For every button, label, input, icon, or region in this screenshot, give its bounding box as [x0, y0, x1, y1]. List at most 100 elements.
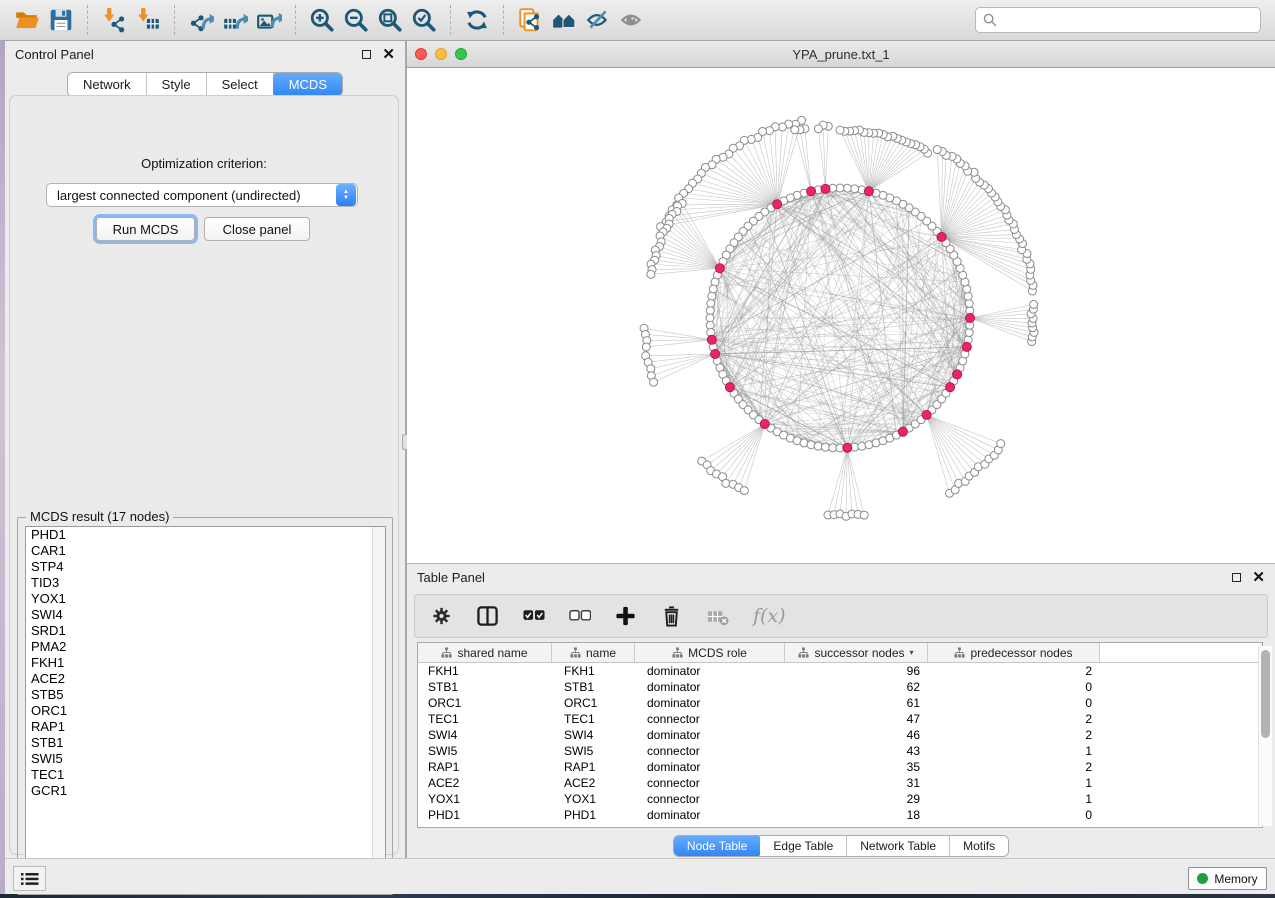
mcds-list-scrollbar[interactable]: [372, 527, 385, 885]
column-header-shared-name[interactable]: shared name: [418, 643, 552, 662]
cell-successor-nodes: 31: [785, 776, 928, 790]
export-table-button[interactable]: [218, 3, 252, 37]
table-scrollbar[interactable]: [1258, 646, 1272, 826]
toggle-columns-button[interactable]: [477, 605, 499, 627]
add-column-icon: [615, 605, 637, 627]
zoom-fit-button[interactable]: [373, 3, 407, 37]
mcds-result-item[interactable]: SWI5: [26, 751, 385, 767]
control-tab-network[interactable]: Network: [68, 73, 147, 96]
table-row[interactable]: SWI4SWI4dominator462: [418, 727, 1262, 743]
cell-predecessor-nodes: 1: [928, 776, 1100, 790]
table-tab-node-table[interactable]: Node Table: [673, 835, 762, 857]
export-image-button[interactable]: [252, 3, 286, 37]
mcds-result-item[interactable]: TID3: [26, 575, 385, 591]
cell-MCDS-role: dominator: [635, 664, 785, 678]
duplicate-network-button[interactable]: [513, 3, 547, 37]
run-mcds-button[interactable]: Run MCDS: [96, 217, 195, 241]
mcds-result-item[interactable]: SWI4: [26, 607, 385, 623]
table-row[interactable]: SWI5SWI5connector431: [418, 743, 1262, 759]
mcds-result-item[interactable]: ORC1: [26, 703, 385, 719]
vizmapper-toggle-icon: [585, 7, 611, 33]
table-tab-motifs[interactable]: Motifs: [950, 836, 1008, 856]
mcds-result-item[interactable]: SRD1: [26, 623, 385, 639]
refresh-layout-button[interactable]: [460, 3, 494, 37]
close-panel-button[interactable]: Close panel: [204, 217, 310, 241]
network-window-titlebar[interactable]: YPA_prune.txt_1: [407, 41, 1275, 68]
table-row[interactable]: STB1STB1dominator620: [418, 679, 1262, 695]
cell-MCDS-role: connector: [635, 712, 785, 726]
delete-table-button[interactable]: [707, 605, 729, 627]
window-close-icon[interactable]: [415, 48, 427, 60]
import-table-button[interactable]: [131, 3, 165, 37]
table-row[interactable]: ORC1ORC1dominator610: [418, 695, 1262, 711]
export-network-button[interactable]: [184, 3, 218, 37]
search-input[interactable]: [1002, 13, 1260, 28]
mcds-result-item[interactable]: TEC1: [26, 767, 385, 783]
criterion-dropdown[interactable]: largest connected component (undirected)…: [46, 183, 358, 207]
memory-status-icon: [1197, 873, 1208, 884]
column-header-MCDS-role[interactable]: MCDS role: [635, 643, 785, 662]
column-header-successor-nodes[interactable]: successor nodes▾: [785, 643, 928, 662]
control-tab-style[interactable]: Style: [147, 73, 207, 96]
dropdown-stepper-icon: ▲▼: [336, 184, 356, 206]
table-row[interactable]: TEC1TEC1connector472: [418, 711, 1262, 727]
window-minimize-icon[interactable]: [435, 48, 447, 60]
graphics-details-toggle-button[interactable]: [615, 3, 649, 37]
delete-column-button[interactable]: [661, 605, 683, 627]
settings-gear-button[interactable]: [431, 605, 453, 627]
table-row[interactable]: FKH1FKH1dominator962: [418, 663, 1262, 679]
mcds-result-item[interactable]: STB1: [26, 735, 385, 751]
close-panel-icon[interactable]: ✕: [382, 47, 395, 62]
function-builder-button[interactable]: f(x): [753, 605, 786, 627]
first-neighbors-icon: [551, 7, 577, 33]
memory-button[interactable]: Memory: [1188, 867, 1267, 890]
cell-MCDS-role: dominator: [635, 696, 785, 710]
table-row[interactable]: PHD1PHD1dominator180: [418, 807, 1262, 823]
zoom-selected-button[interactable]: [407, 3, 441, 37]
zoom-in-button[interactable]: [305, 3, 339, 37]
table-tab-network-table[interactable]: Network Table: [847, 836, 950, 856]
mcds-result-item[interactable]: STP4: [26, 559, 385, 575]
column-header-predecessor-nodes[interactable]: predecessor nodes: [928, 643, 1100, 662]
mcds-result-item[interactable]: YOX1: [26, 591, 385, 607]
column-type-icon: [672, 647, 683, 658]
window-maximize-icon[interactable]: [455, 48, 467, 60]
table-row[interactable]: RAP1RAP1dominator352: [418, 759, 1262, 775]
first-neighbors-button[interactable]: [547, 3, 581, 37]
refresh-layout-icon: [464, 7, 490, 33]
mcds-result-item[interactable]: RAP1: [26, 719, 385, 735]
add-column-button[interactable]: [615, 605, 637, 627]
mcds-result-item[interactable]: ACE2: [26, 671, 385, 687]
mcds-result-item[interactable]: GCR1: [26, 783, 385, 799]
table-row[interactable]: ACE2ACE2connector311: [418, 775, 1262, 791]
mcds-result-item[interactable]: CAR1: [26, 543, 385, 559]
table-row[interactable]: YOX1YOX1connector291: [418, 791, 1262, 807]
graphics-details-toggle-icon: [619, 7, 645, 33]
table-tab-edge-table[interactable]: Edge Table: [760, 836, 847, 856]
cell-MCDS-role: connector: [635, 792, 785, 806]
mcds-result-list[interactable]: PHD1CAR1STP4TID3YOX1SWI4SRD1PMA2FKH1ACE2…: [25, 526, 386, 886]
vizmapper-toggle-button[interactable]: [581, 3, 615, 37]
column-header-name[interactable]: name: [552, 643, 635, 662]
import-network-button[interactable]: [97, 3, 131, 37]
float-panel-icon[interactable]: [362, 50, 371, 59]
save-session-button[interactable]: [44, 3, 78, 37]
mcds-result-item[interactable]: PMA2: [26, 639, 385, 655]
mcds-result-item[interactable]: PHD1: [26, 527, 385, 543]
open-file-button[interactable]: [10, 3, 44, 37]
deselect-all-checks-button[interactable]: [569, 605, 591, 627]
status-menu-button[interactable]: [13, 866, 46, 891]
cell-predecessor-nodes: 2: [928, 760, 1100, 774]
control-tab-select[interactable]: Select: [207, 73, 274, 96]
select-all-checks-button[interactable]: [523, 605, 545, 627]
table-scrollbar-thumb[interactable]: [1261, 650, 1270, 738]
mcds-result-item[interactable]: STB5: [26, 687, 385, 703]
mcds-result-item[interactable]: FKH1: [26, 655, 385, 671]
network-canvas[interactable]: [407, 68, 1275, 563]
search-field[interactable]: [975, 7, 1261, 33]
close-table-panel-icon[interactable]: ✕: [1252, 570, 1265, 585]
float-table-panel-icon[interactable]: [1232, 573, 1241, 582]
zoom-out-button[interactable]: [339, 3, 373, 37]
control-tab-mcds[interactable]: MCDS: [273, 72, 343, 97]
cell-predecessor-nodes: 0: [928, 680, 1100, 694]
